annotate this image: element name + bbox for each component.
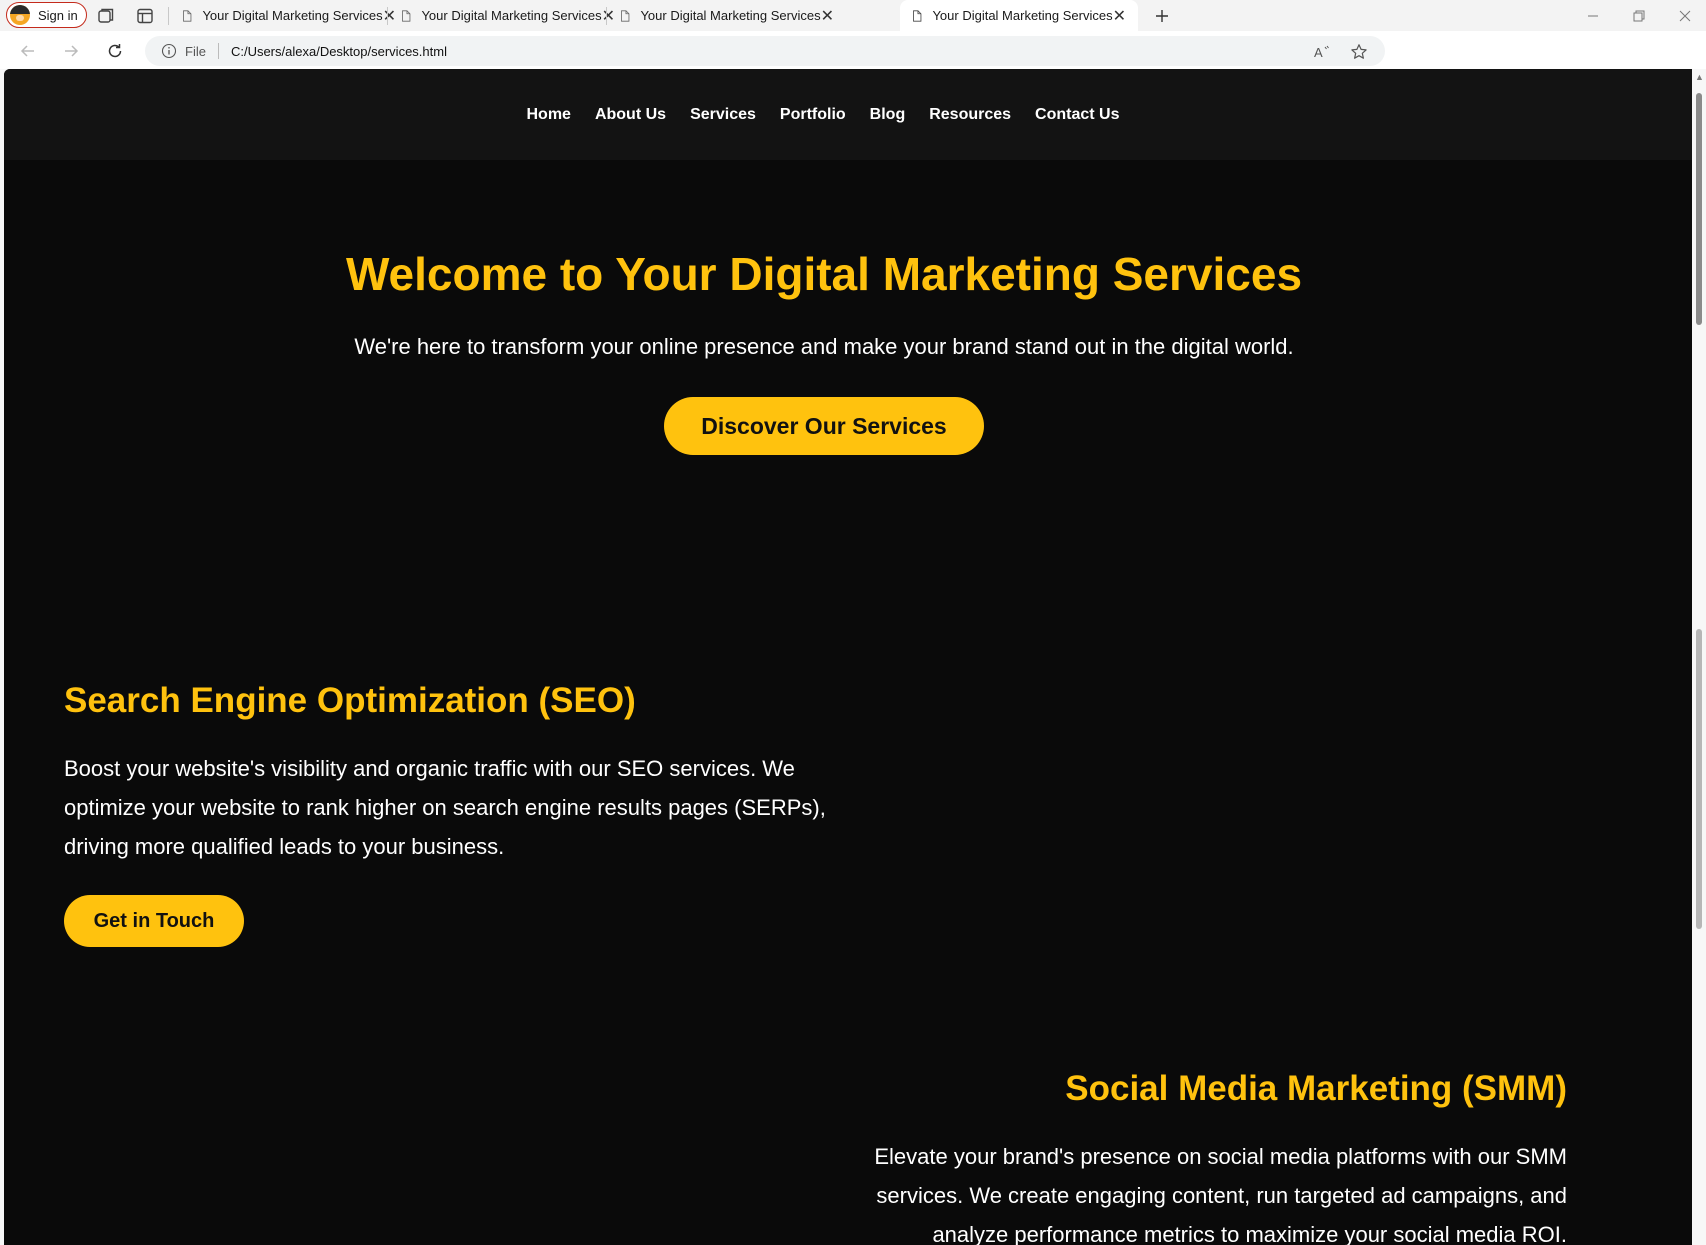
- close-icon: [1679, 10, 1691, 21]
- info-icon[interactable]: [161, 43, 177, 59]
- site-navigation: Home About Us Services Portfolio Blog Re…: [4, 69, 1692, 160]
- seo-section-text: Boost your website's visibility and orga…: [64, 756, 826, 859]
- workspaces-icon[interactable]: [96, 6, 116, 26]
- document-icon: [621, 9, 630, 22]
- tab-separator: [606, 7, 607, 25]
- back-button[interactable]: [16, 39, 40, 63]
- tab-title: Your Digital Marketing Services: [932, 8, 1113, 23]
- scrollbar-track-mark: [1696, 629, 1702, 929]
- nav-link-contact-us[interactable]: Contact Us: [1035, 106, 1119, 124]
- restore-icon: [1633, 10, 1645, 21]
- refresh-icon: [108, 44, 122, 58]
- tab-separator: [168, 7, 169, 25]
- sign-in-label: Sign in: [38, 7, 78, 23]
- forward-button[interactable]: [59, 39, 83, 63]
- url-text[interactable]: C:/Users/alexa/Desktop/services.html: [231, 44, 447, 59]
- discover-services-button[interactable]: Discover Our Services: [664, 397, 984, 455]
- back-arrow-icon: [20, 45, 34, 57]
- document-icon: [402, 9, 411, 22]
- close-tab-icon[interactable]: ✕: [1113, 8, 1126, 25]
- scheme-label: File: [185, 43, 206, 59]
- nav-link-about-us[interactable]: About Us: [595, 106, 666, 124]
- favorite-star-icon[interactable]: [1350, 43, 1368, 61]
- tab-title: Your Digital Marketing Services: [421, 8, 602, 23]
- toolbar: File C:/Users/alexa/Desktop/services.htm…: [0, 31, 1706, 69]
- tab-title: Your Digital Marketing Services: [640, 8, 821, 23]
- plus-icon: [1156, 10, 1168, 22]
- browser-tab[interactable]: Your Digital Marketing Services ✕: [608, 0, 846, 31]
- svg-text:A: A: [1314, 45, 1323, 60]
- smm-section-text: Elevate your brand's presence on social …: [874, 1144, 1567, 1245]
- get-in-touch-button[interactable]: Get in Touch: [64, 895, 244, 947]
- document-icon: [183, 9, 192, 22]
- refresh-button[interactable]: [103, 39, 127, 63]
- vertical-scrollbar[interactable]: ▲: [1692, 69, 1706, 1245]
- restore-button[interactable]: [1616, 0, 1662, 31]
- tab-separator: [387, 7, 388, 25]
- close-window-button[interactable]: [1662, 0, 1706, 31]
- forward-arrow-icon: [65, 45, 79, 57]
- vertical-tabs-icon[interactable]: [135, 6, 155, 26]
- tab-strip: Sign in Your Digital Marketing Services …: [0, 0, 1706, 31]
- address-bar[interactable]: File C:/Users/alexa/Desktop/services.htm…: [145, 36, 1385, 66]
- document-icon: [913, 9, 922, 22]
- sign-in-button[interactable]: Sign in: [6, 2, 87, 28]
- nav-link-home[interactable]: Home: [527, 106, 571, 124]
- new-tab-button[interactable]: [1150, 4, 1174, 28]
- scrollbar-thumb[interactable]: [1696, 93, 1702, 325]
- nav-link-services[interactable]: Services: [690, 106, 756, 124]
- nav-link-portfolio[interactable]: Portfolio: [780, 106, 846, 124]
- profile-avatar-icon: [10, 5, 30, 25]
- browser-tab[interactable]: Your Digital Marketing Services ✕: [389, 0, 627, 31]
- hero-subtitle: We're here to transform your online pres…: [354, 334, 1294, 359]
- hero-title: Welcome to Your Digital Marketing Servic…: [345, 248, 1303, 300]
- browser-tab[interactable]: Your Digital Marketing Services ✕: [170, 0, 408, 31]
- browser-tab-active[interactable]: Your Digital Marketing Services ✕: [900, 0, 1138, 31]
- nav-link-resources[interactable]: Resources: [929, 106, 1011, 124]
- tab-title: Your Digital Marketing Services: [202, 8, 383, 23]
- page-viewport: Home About Us Services Portfolio Blog Re…: [4, 69, 1692, 1245]
- smm-section-title: Social Media Marketing (SMM): [1065, 1069, 1567, 1108]
- close-tab-icon[interactable]: ✕: [821, 8, 834, 25]
- scroll-up-arrow-icon[interactable]: ▲: [1695, 73, 1704, 82]
- minimize-button[interactable]: [1570, 0, 1616, 31]
- seo-section-title: Search Engine Optimization (SEO): [64, 681, 636, 720]
- nav-link-blog[interactable]: Blog: [870, 106, 906, 124]
- address-separator: [217, 43, 219, 59]
- minimize-icon: [1588, 15, 1598, 16]
- read-aloud-icon[interactable]: A: [1313, 43, 1331, 61]
